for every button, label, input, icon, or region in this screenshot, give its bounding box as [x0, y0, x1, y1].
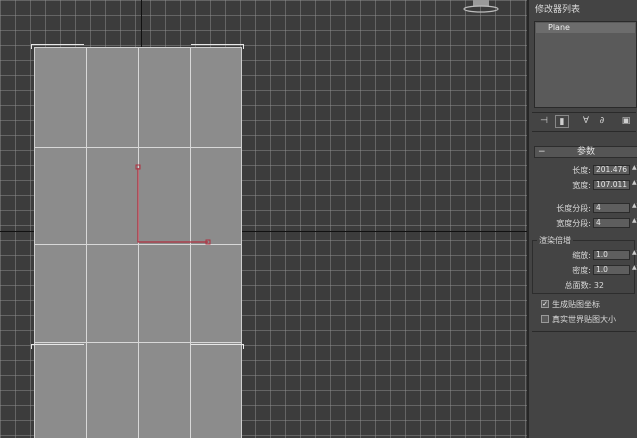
divider [532, 331, 636, 332]
density-label: 密度: [572, 266, 591, 275]
selection-bracket-top-left [31, 44, 84, 49]
plane-segment-line [35, 342, 241, 343]
length-input[interactable]: 201.476 [593, 165, 630, 175]
pin-stack-icon[interactable]: ⊣ [537, 115, 551, 128]
modify-panel: 修改器列表 Plane ⊣ ▮ ∀ ∂ ▣ − 参数 长度: 201.476 ▲… [527, 0, 637, 438]
modifier-stack-list[interactable]: Plane [534, 21, 637, 108]
total-faces-label: 总面数: 32 [564, 281, 604, 290]
render-multipliers-title: 渲染倍增 [537, 235, 573, 246]
width-segs-label: 宽度分段: [556, 219, 591, 228]
length-segs-spinner[interactable]: ▲▼ [632, 203, 637, 213]
make-unique-icon[interactable]: ∀ [579, 115, 593, 128]
real-world-map-label: 真实世界贴图大小 [552, 315, 616, 324]
modifier-stack-item-plane[interactable]: Plane [536, 23, 635, 33]
real-world-map-checkbox[interactable] [541, 315, 549, 323]
plane-segment-line [35, 147, 241, 148]
scale-input[interactable]: 1.0 [593, 250, 630, 260]
parameters-rollout-header[interactable]: − 参数 [534, 146, 637, 158]
divider [532, 112, 636, 113]
width-segs-input[interactable]: 4 [593, 218, 630, 228]
gen-map-coords-checkbox[interactable]: ✓ [541, 300, 549, 308]
density-spinner[interactable]: ▲▼ [632, 265, 637, 275]
width-segs-spinner[interactable]: ▲▼ [632, 218, 637, 228]
gen-map-coords-label: 生成贴图坐标 [552, 300, 600, 309]
length-label: 长度: [572, 166, 591, 175]
modifier-list-dropdown[interactable]: 修改器列表 [535, 2, 580, 15]
viewcube-icon[interactable] [463, 0, 499, 14]
remove-modifier-icon[interactable]: ∂ [595, 115, 609, 128]
scale-label: 缩放: [572, 251, 591, 260]
selection-bracket-top-right [191, 44, 244, 49]
scale-spinner[interactable]: ▲▼ [632, 250, 637, 260]
density-input[interactable]: 1.0 [593, 265, 630, 275]
width-label: 宽度: [572, 181, 591, 190]
length-spinner[interactable]: ▲▼ [632, 165, 637, 175]
selection-bracket-mid-right [191, 344, 244, 349]
length-segs-input[interactable]: 4 [593, 203, 630, 213]
configure-sets-icon[interactable]: ▣ [619, 115, 633, 128]
rollout-title: 参数 [576, 147, 595, 157]
divider [532, 131, 636, 132]
plane-segment-line [86, 48, 87, 438]
width-spinner[interactable]: ▲▼ [632, 180, 637, 190]
show-end-result-icon[interactable]: ▮ [555, 115, 569, 128]
length-segs-label: 长度分段: [556, 204, 591, 213]
perspective-viewport[interactable] [0, 0, 527, 438]
transform-gizmo-icon[interactable] [130, 160, 215, 250]
selection-bracket-mid-left [31, 344, 84, 349]
width-input[interactable]: 107.011 [593, 180, 630, 190]
